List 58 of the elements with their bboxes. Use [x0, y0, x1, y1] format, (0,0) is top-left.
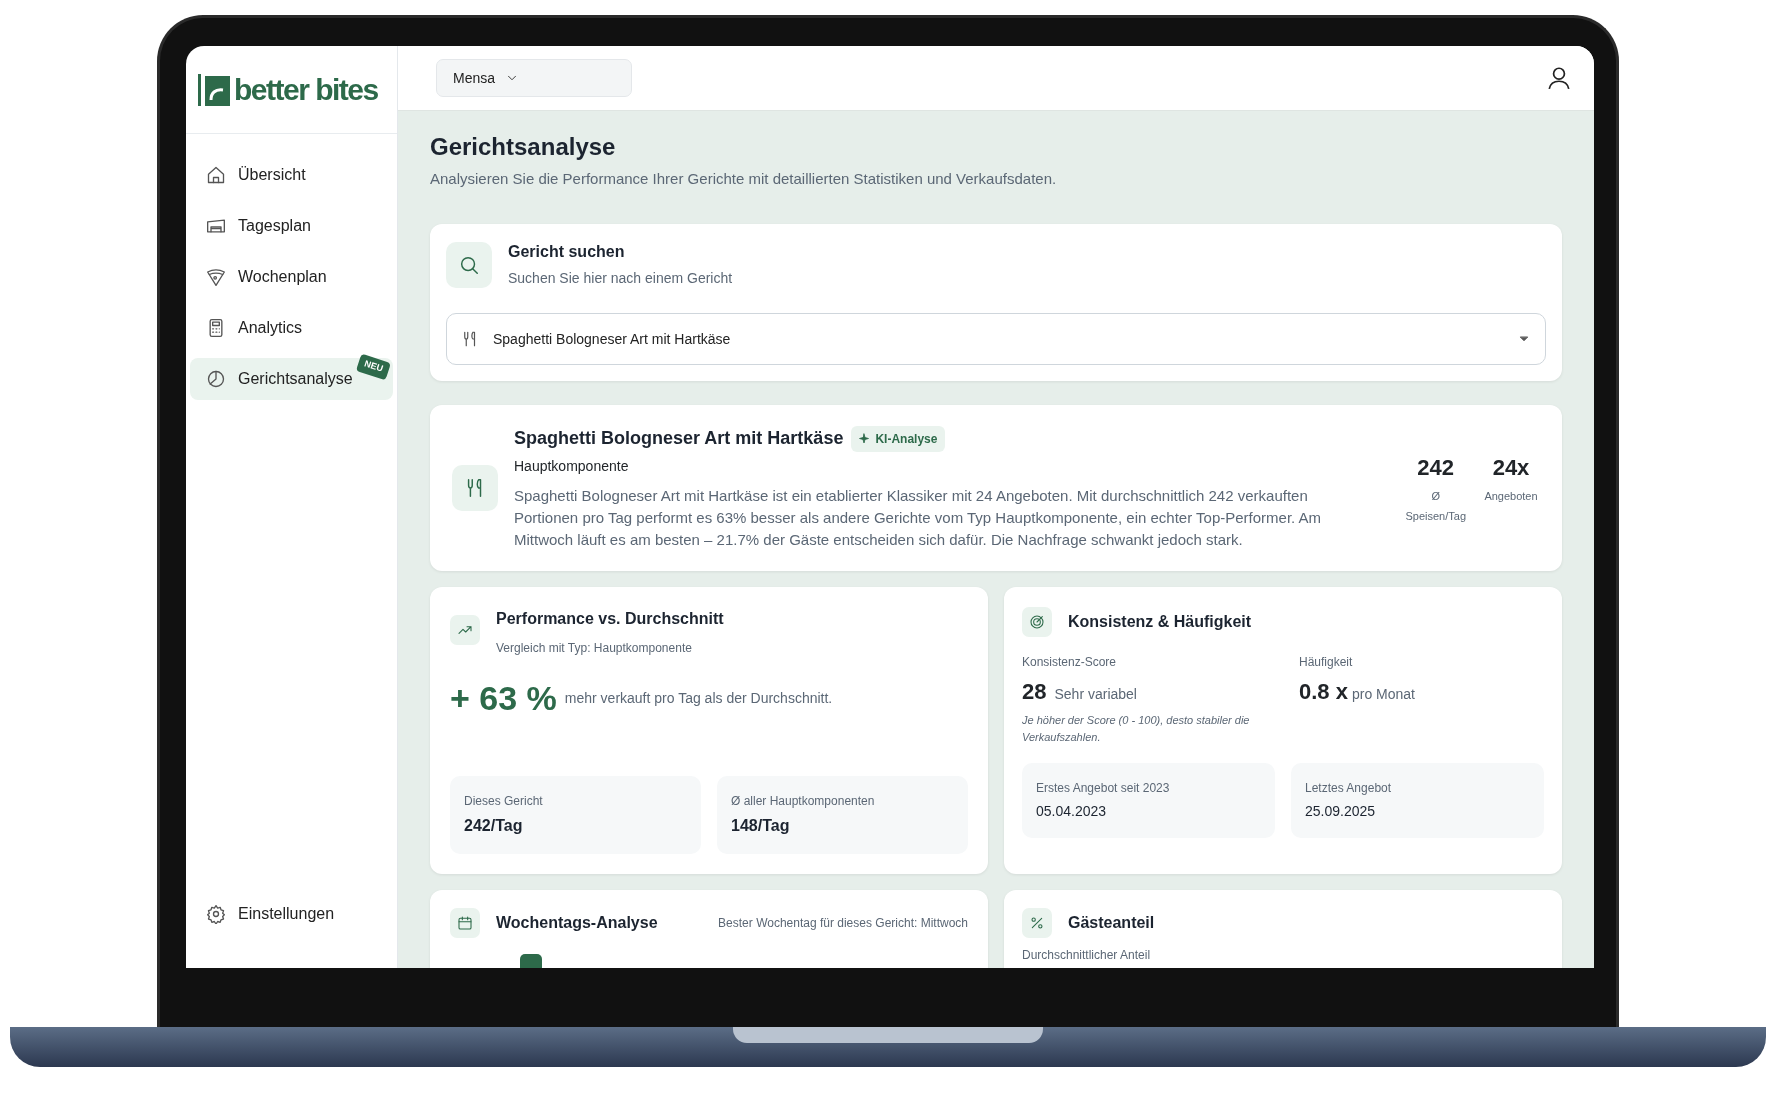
stat-label: Letztes Angebot	[1305, 779, 1393, 797]
dish-select[interactable]: Spaghetti Bologneser Art mit Hartkäse	[446, 313, 1546, 366]
stat-label: Angeboten	[1483, 488, 1539, 504]
page-title: Gerichtsanalyse	[430, 133, 617, 162]
stat-value: 24x	[1491, 453, 1531, 482]
card-title: Gericht suchen	[508, 242, 626, 263]
card-title: Wochentags-Analyse	[496, 912, 659, 933]
stat-label: Ø aller Hauptkomponenten	[731, 792, 876, 810]
card-subtitle: Vergleich mit Typ: Hauptkomponente	[496, 639, 693, 657]
best-day-note: Bester Wochentag für dieses Gericht: Mittwoch	[718, 914, 968, 932]
stat-value: 148/Tag	[731, 815, 791, 836]
score-label: Konsistenz-Score	[1022, 653, 1118, 671]
card-title: Gästeanteil	[1068, 912, 1155, 933]
logo-icon	[198, 73, 230, 106]
sparkle-icon	[859, 432, 872, 445]
stat-value: 05.04.2023	[1036, 801, 1108, 821]
location-dropdown[interactable]: Mensa	[436, 59, 632, 97]
stat-label: Dieses Gericht	[464, 792, 544, 810]
sidebar-item[interactable]: Tagesplan	[190, 205, 393, 247]
target-icon	[1029, 613, 1045, 630]
card-title: Performance vs. Durchschnitt	[496, 608, 724, 629]
stat-value: 242	[1416, 453, 1456, 482]
house-icon	[206, 165, 226, 185]
frequency-label: Häufigkeit	[1299, 653, 1354, 671]
page-subtitle: Analysieren Sie die Performance Ihrer Gerichte mit detaillierten Statistiken und Verkaufsdaten.	[430, 168, 1058, 189]
pie-chart-icon	[206, 369, 226, 389]
sidebar-item[interactable]: Einstellungen	[190, 893, 393, 935]
select-value: Spaghetti Bologneser Art mit Hartkäse	[493, 329, 732, 349]
dish-description: Spaghetti Bologneser Art mit Hartkäse ist ein etablierter Klassiker mit 24 Angeboten. Mit durchschnittlich 242 verkauften Portionen pro Tag performt es 63% besser als andere Gerichte vom Typ Hauptkomponente, ein echter Top-Performer. Am Mittwoch läuft es am besten – 21.7% der Gäste entscheiden sich dafür. Die Nachfrage schwankt jedoch stark.	[514, 486, 1323, 550]
dish-type: Hauptkomponente	[514, 457, 630, 477]
chart-bar	[520, 953, 542, 968]
percentage-caption: mehr verkauft pro Tag als der Durchschnitt.	[564, 688, 833, 708]
settings-icon	[206, 904, 226, 924]
new-badge: NEU	[356, 353, 391, 380]
percent-icon	[1029, 914, 1045, 931]
ai-analysis-badge: KI-Analyse	[851, 425, 946, 452]
frequency-value: 0.8 x	[1299, 677, 1348, 706]
brand-name: better bites	[234, 72, 378, 108]
card-title: Konsistenz & Häufigkeit	[1068, 611, 1252, 632]
card-subtitle: Suchen Sie hier nach einem Gericht	[508, 269, 733, 289]
calendar-icon	[457, 914, 473, 931]
percentage-value: + 63 %	[450, 677, 557, 719]
score-note: Je höher der Score (0 - 100), desto stabiler die Verkaufszahlen.	[1022, 712, 1251, 746]
frequency-unit: pro Monat	[1351, 684, 1415, 704]
score-caption: Sehr variabel	[1054, 684, 1137, 704]
stat-value: 25.09.2025	[1305, 801, 1377, 821]
sidebar-item[interactable]: Analytics	[190, 307, 393, 349]
score-value: 28	[1022, 677, 1047, 706]
stat-label: Erstes Angebot seit 2023	[1036, 779, 1171, 797]
dish-name: Spaghetti Bologneser Art mit Hartkäse	[514, 427, 844, 451]
stat-value: 242/Tag	[464, 815, 524, 836]
stat-label: Speisen/Tag	[1405, 509, 1466, 525]
sidebar-item[interactable]: Wochenplan	[190, 256, 393, 298]
user-icon[interactable]	[1546, 65, 1572, 91]
sidebar-item[interactable]: Übersicht	[190, 154, 393, 196]
pizza-slice-icon	[206, 267, 226, 287]
card-subtitle: Durchschnittlicher Anteil	[1022, 946, 1152, 964]
stat-symbol: Ø	[1430, 488, 1441, 504]
